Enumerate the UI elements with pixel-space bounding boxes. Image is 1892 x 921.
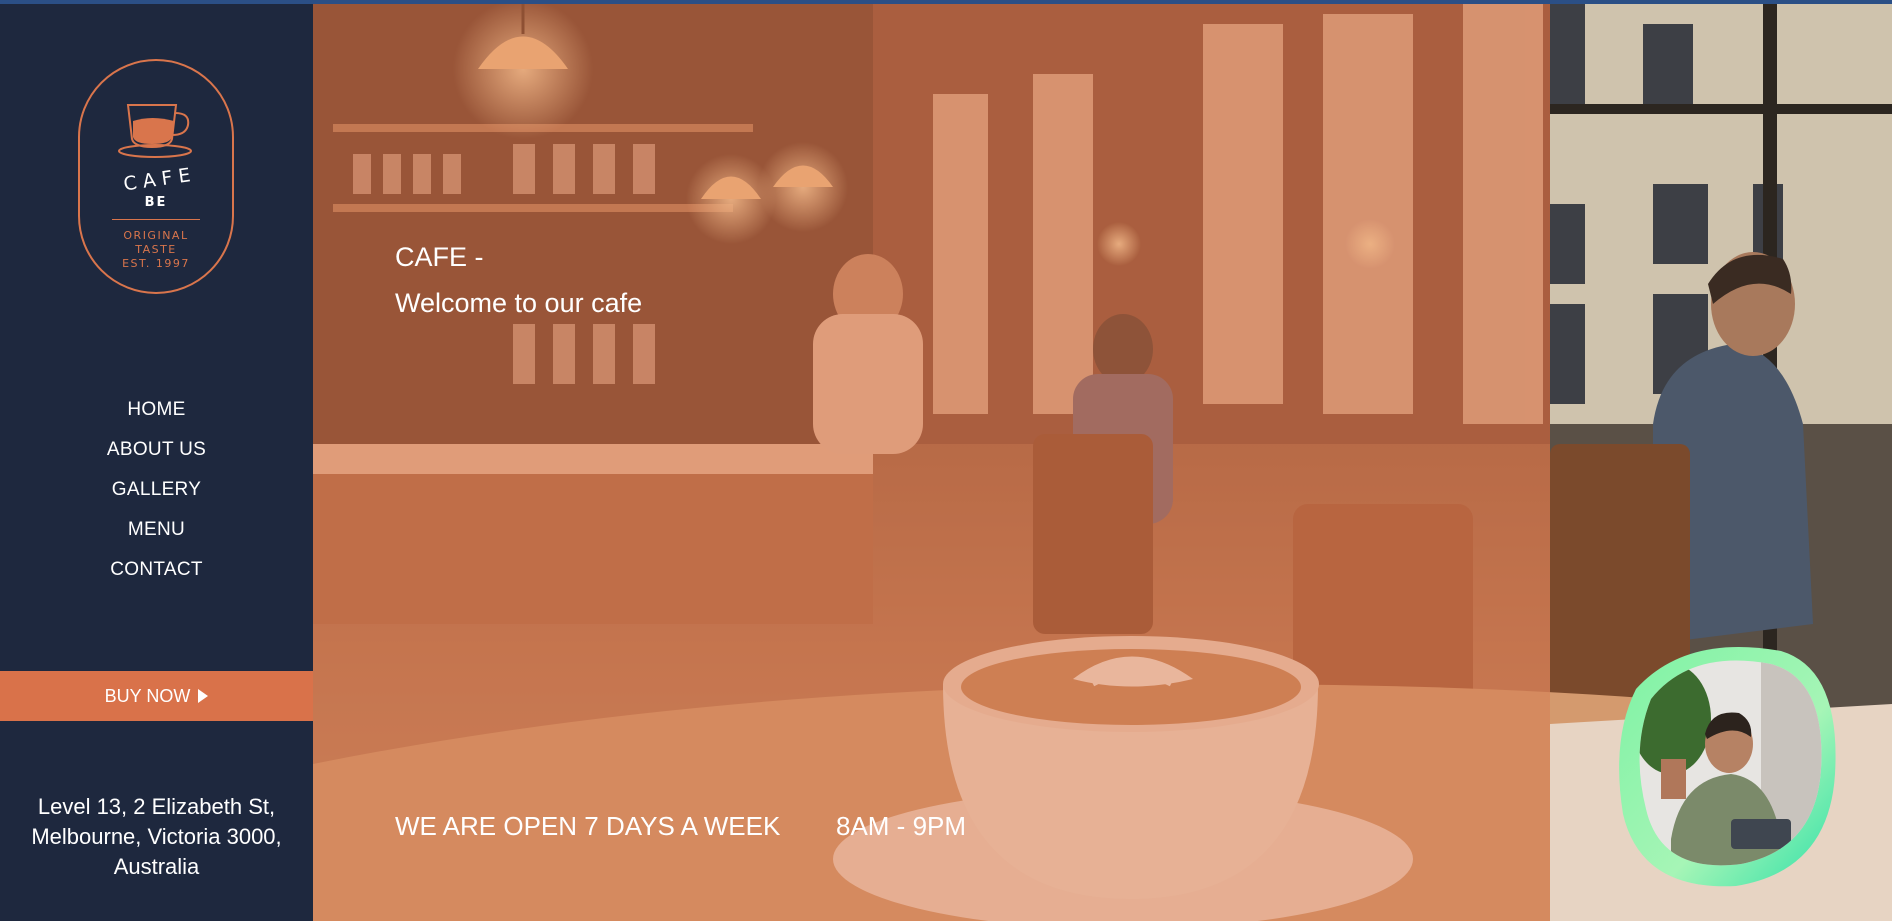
presenter-avatar[interactable]: [1611, 639, 1841, 891]
nav-item-menu[interactable]: MENU: [0, 516, 313, 556]
brand-tagline-2: TASTE: [135, 243, 177, 256]
address-line-2: Melbourne, Victoria 3000,: [31, 824, 282, 849]
coffee-cup-icon: [118, 104, 192, 158]
nav-item-home[interactable]: HOME: [0, 396, 313, 436]
address-line-1: Level 13, 2 Elizabeth St,: [37, 794, 276, 819]
hero-subtitle: Welcome to our cafe: [395, 288, 643, 318]
hero-section: CAFE - Welcome to our cafe WE ARE OPEN 7…: [313, 4, 1892, 921]
play-arrow-icon: [198, 689, 209, 703]
brand-sub: BE: [144, 195, 168, 210]
brand-divider: [112, 219, 200, 220]
nav-item-about-us[interactable]: ABOUT US: [0, 436, 313, 476]
address-line-3: Australia: [113, 854, 200, 879]
brand-tagline-1: ORIGINAL: [123, 229, 189, 242]
orange-tint-overlay: [313, 4, 1550, 921]
hero-title: CAFE -: [395, 242, 484, 272]
brand-tagline-3: EST. 1997: [122, 257, 190, 270]
main-nav: HOME ABOUT US GALLERY MENU CONTACT: [0, 396, 313, 596]
nav-item-contact[interactable]: CONTACT: [0, 556, 313, 596]
buy-now-label: BUY NOW: [104, 685, 191, 706]
sidebar: CAFE BE ORIGINAL TASTE EST. 1997 HOME AB…: [0, 4, 313, 921]
address: Level 13, 2 Elizabeth St, Melbourne, Vic…: [0, 792, 313, 882]
opening-hours: 8AM - 9PM: [836, 811, 967, 841]
brand-logo[interactable]: CAFE BE ORIGINAL TASTE EST. 1997: [78, 59, 234, 294]
open-days-text: WE ARE OPEN 7 DAYS A WEEK: [395, 811, 781, 841]
buy-now-button[interactable]: BUY NOW: [0, 671, 313, 721]
nav-item-gallery[interactable]: GALLERY: [0, 476, 313, 516]
